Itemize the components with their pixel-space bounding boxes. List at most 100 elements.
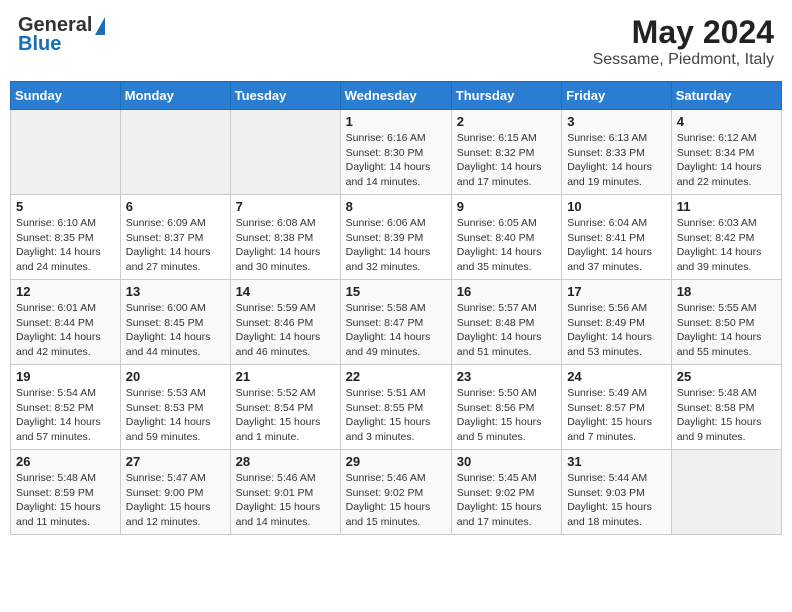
day-number: 18 [677, 284, 776, 299]
day-info: Sunrise: 5:44 AMSunset: 9:03 PMDaylight:… [567, 471, 666, 530]
calendar-day-cell: 22 Sunrise: 5:51 AMSunset: 8:55 PMDayligh… [340, 365, 451, 450]
calendar-day-cell: 15 Sunrise: 5:58 AMSunset: 8:47 PMDayligh… [340, 280, 451, 365]
header-row: SundayMondayTuesdayWednesdayThursdayFrid… [11, 82, 782, 110]
calendar-day-cell: 5 Sunrise: 6:10 AMSunset: 8:35 PMDaylight… [11, 195, 121, 280]
day-of-week-header: Saturday [671, 82, 781, 110]
day-info: Sunrise: 5:54 AMSunset: 8:52 PMDaylight:… [16, 386, 115, 445]
day-number: 16 [457, 284, 556, 299]
day-info: Sunrise: 5:57 AMSunset: 8:48 PMDaylight:… [457, 301, 556, 360]
calendar-day-cell: 26Sunrise: 5:48 AMSunset: 8:59 PMDayligh… [11, 450, 121, 535]
calendar-day-cell [11, 110, 121, 195]
calendar-day-cell: 2 Sunrise: 6:15 AMSunset: 8:32 PMDaylight… [451, 110, 561, 195]
day-number: 28 [236, 454, 335, 469]
day-number: 8 [346, 199, 446, 214]
calendar-subtitle: Sessame, Piedmont, Italy [593, 51, 774, 69]
day-number: 1 [346, 114, 446, 129]
day-of-week-header: Friday [562, 82, 672, 110]
calendar-table: SundayMondayTuesdayWednesdayThursdayFrid… [10, 81, 782, 535]
day-number: 26 [16, 454, 115, 469]
day-number: 29 [346, 454, 446, 469]
calendar-week-row: 19 Sunrise: 5:54 AMSunset: 8:52 PMDayligh… [11, 365, 782, 450]
day-of-week-header: Thursday [451, 82, 561, 110]
day-number: 10 [567, 199, 666, 214]
calendar-day-cell: 30Sunrise: 5:45 AMSunset: 9:02 PMDayligh… [451, 450, 561, 535]
calendar-day-cell: 17 Sunrise: 5:56 AMSunset: 8:49 PMDayligh… [562, 280, 672, 365]
day-number: 21 [236, 369, 335, 384]
day-number: 22 [346, 369, 446, 384]
day-info: Sunrise: 6:06 AMSunset: 8:39 PMDaylight:… [346, 216, 446, 275]
calendar-day-cell: 10 Sunrise: 6:04 AMSunset: 8:41 PMDayligh… [562, 195, 672, 280]
day-number: 6 [126, 199, 225, 214]
day-info: Sunrise: 5:50 AMSunset: 8:56 PMDaylight:… [457, 386, 556, 445]
day-number: 31 [567, 454, 666, 469]
calendar-day-cell: 28 Sunrise: 5:46 AMSunset: 9:01 PMDayligh… [230, 450, 340, 535]
calendar-day-cell: 25Sunrise: 5:48 AMSunset: 8:58 PMDayligh… [671, 365, 781, 450]
day-info: Sunrise: 6:10 AMSunset: 8:35 PMDaylight:… [16, 216, 115, 275]
calendar-week-row: 12 Sunrise: 6:01 AMSunset: 8:44 PMDayligh… [11, 280, 782, 365]
day-info: Sunrise: 5:45 AMSunset: 9:02 PMDaylight:… [457, 471, 556, 530]
day-of-week-header: Sunday [11, 82, 121, 110]
calendar-day-cell: 31 Sunrise: 5:44 AMSunset: 9:03 PMDayligh… [562, 450, 672, 535]
day-number: 2 [457, 114, 556, 129]
day-number: 25 [677, 369, 776, 384]
calendar-day-cell: 1Sunrise: 6:16 AMSunset: 8:30 PMDaylight… [340, 110, 451, 195]
day-number: 15 [346, 284, 446, 299]
calendar-day-cell: 24 Sunrise: 5:49 AMSunset: 8:57 PMDayligh… [562, 365, 672, 450]
logo-blue: Blue [18, 33, 61, 56]
day-info: Sunrise: 5:49 AMSunset: 8:57 PMDaylight:… [567, 386, 666, 445]
day-number: 27 [126, 454, 225, 469]
day-info: Sunrise: 5:51 AMSunset: 8:55 PMDaylight:… [346, 386, 446, 445]
day-number: 17 [567, 284, 666, 299]
calendar-day-cell: 29 Sunrise: 5:46 AMSunset: 9:02 PMDayligh… [340, 450, 451, 535]
day-info: Sunrise: 5:53 AMSunset: 8:53 PMDaylight:… [126, 386, 225, 445]
day-info: Sunrise: 5:59 AMSunset: 8:46 PMDaylight:… [236, 301, 335, 360]
day-number: 12 [16, 284, 115, 299]
day-info: Sunrise: 6:00 AMSunset: 8:45 PMDaylight:… [126, 301, 225, 360]
calendar-day-cell: 12 Sunrise: 6:01 AMSunset: 8:44 PMDayligh… [11, 280, 121, 365]
day-info: Sunrise: 6:15 AMSunset: 8:32 PMDaylight:… [457, 131, 556, 190]
day-info: Sunrise: 5:46 AMSunset: 9:01 PMDaylight:… [236, 471, 335, 530]
day-info: Sunrise: 6:01 AMSunset: 8:44 PMDaylight:… [16, 301, 115, 360]
calendar-week-row: 1Sunrise: 6:16 AMSunset: 8:30 PMDaylight… [11, 110, 782, 195]
day-info: Sunrise: 5:47 AMSunset: 9:00 PMDaylight:… [126, 471, 225, 530]
day-info: Sunrise: 5:56 AMSunset: 8:49 PMDaylight:… [567, 301, 666, 360]
calendar-day-cell: 6 Sunrise: 6:09 AMSunset: 8:37 PMDaylight… [120, 195, 230, 280]
day-number: 23 [457, 369, 556, 384]
day-info: Sunrise: 6:04 AMSunset: 8:41 PMDaylight:… [567, 216, 666, 275]
day-number: 19 [16, 369, 115, 384]
calendar-day-cell: 4 Sunrise: 6:12 AMSunset: 8:34 PMDaylight… [671, 110, 781, 195]
calendar-day-cell: 8 Sunrise: 6:06 AMSunset: 8:39 PMDaylight… [340, 195, 451, 280]
calendar-day-cell: 18 Sunrise: 5:55 AMSunset: 8:50 PMDayligh… [671, 280, 781, 365]
calendar-day-cell: 27 Sunrise: 5:47 AMSunset: 9:00 PMDayligh… [120, 450, 230, 535]
calendar-day-cell: 20 Sunrise: 5:53 AMSunset: 8:53 PMDayligh… [120, 365, 230, 450]
calendar-day-cell: 19 Sunrise: 5:54 AMSunset: 8:52 PMDayligh… [11, 365, 121, 450]
day-info: Sunrise: 5:52 AMSunset: 8:54 PMDaylight:… [236, 386, 335, 445]
calendar-day-cell: 11 Sunrise: 6:03 AMSunset: 8:42 PMDayligh… [671, 195, 781, 280]
title-block: May 2024 Sessame, Piedmont, Italy [593, 14, 774, 69]
calendar-week-row: 5 Sunrise: 6:10 AMSunset: 8:35 PMDaylight… [11, 195, 782, 280]
day-number: 7 [236, 199, 335, 214]
day-number: 4 [677, 114, 776, 129]
calendar-day-cell: 23 Sunrise: 5:50 AMSunset: 8:56 PMDayligh… [451, 365, 561, 450]
calendar-body: 1Sunrise: 6:16 AMSunset: 8:30 PMDaylight… [11, 110, 782, 535]
day-info: Sunrise: 6:13 AMSunset: 8:33 PMDaylight:… [567, 131, 666, 190]
day-info: Sunrise: 6:12 AMSunset: 8:34 PMDaylight:… [677, 131, 776, 190]
calendar-week-row: 26Sunrise: 5:48 AMSunset: 8:59 PMDayligh… [11, 450, 782, 535]
day-number: 11 [677, 199, 776, 214]
day-info: Sunrise: 6:03 AMSunset: 8:42 PMDaylight:… [677, 216, 776, 275]
day-number: 9 [457, 199, 556, 214]
calendar-title: May 2024 [593, 14, 774, 51]
day-of-week-header: Wednesday [340, 82, 451, 110]
day-number: 20 [126, 369, 225, 384]
day-info: Sunrise: 6:05 AMSunset: 8:40 PMDaylight:… [457, 216, 556, 275]
day-number: 24 [567, 369, 666, 384]
day-info: Sunrise: 5:46 AMSunset: 9:02 PMDaylight:… [346, 471, 446, 530]
calendar-header: SundayMondayTuesdayWednesdayThursdayFrid… [11, 82, 782, 110]
day-info: Sunrise: 6:08 AMSunset: 8:38 PMDaylight:… [236, 216, 335, 275]
calendar-day-cell: 21 Sunrise: 5:52 AMSunset: 8:54 PMDayligh… [230, 365, 340, 450]
day-info: Sunrise: 5:58 AMSunset: 8:47 PMDaylight:… [346, 301, 446, 360]
day-number: 5 [16, 199, 115, 214]
calendar-day-cell: 7 Sunrise: 6:08 AMSunset: 8:38 PMDaylight… [230, 195, 340, 280]
day-info: Sunrise: 5:55 AMSunset: 8:50 PMDaylight:… [677, 301, 776, 360]
day-info: Sunrise: 6:09 AMSunset: 8:37 PMDaylight:… [126, 216, 225, 275]
